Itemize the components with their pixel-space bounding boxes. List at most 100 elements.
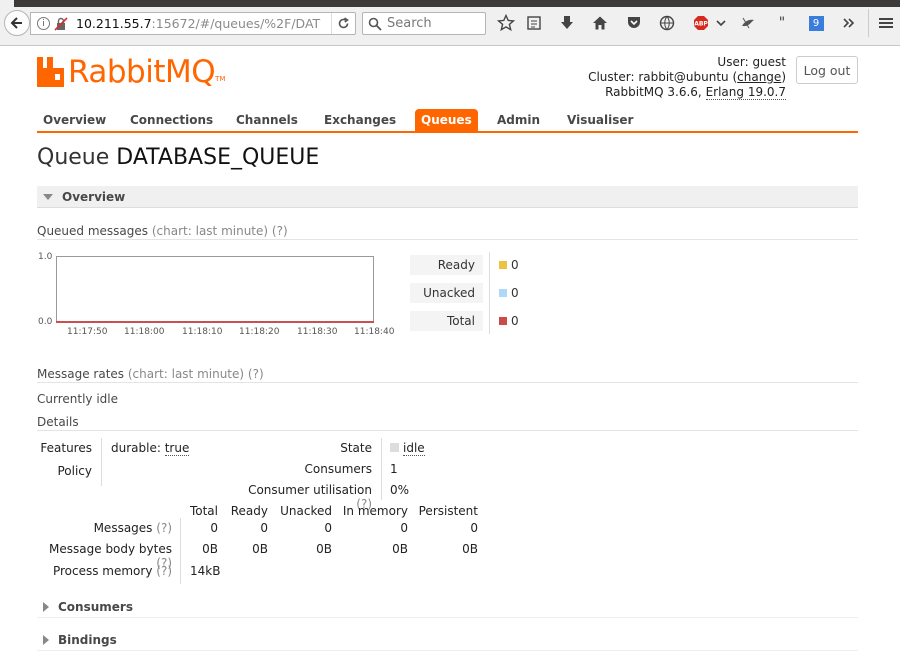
details-heading: Details [37, 415, 858, 431]
section-bindings-header[interactable]: Bindings [37, 629, 858, 651]
body-bytes-in-memory: 0B [392, 542, 408, 556]
queued-messages-hint[interactable]: (chart: last minute) (?) [152, 224, 288, 238]
section-overview-header[interactable]: Overview [37, 186, 858, 208]
state-value: idle [390, 441, 425, 456]
utilisation-value: 0% [390, 483, 410, 497]
chart-y-max-label: 1.0 [38, 252, 53, 262]
tab-admin[interactable]: Admin [497, 110, 540, 132]
state-idle-text[interactable]: idle [403, 441, 425, 456]
logout-button[interactable]: Log out [796, 56, 858, 84]
address-bar[interactable]: i 10.211.55.7:15672/#/queues/%2F/DAT [30, 12, 356, 35]
legend-unacked-label: Unacked [410, 283, 483, 303]
policy-label: Policy [57, 464, 92, 478]
state-divider [381, 438, 382, 500]
overflow-chevron-icon[interactable] [839, 13, 859, 33]
expand-triangle-icon [43, 634, 49, 645]
queued-messages-heading: Queued messages (chart: last minute) (?) [37, 224, 858, 240]
legend-ready-value: 0 [511, 258, 519, 272]
messages-unacked: 0 [324, 521, 332, 535]
dropdown-chevron-icon[interactable] [711, 13, 731, 33]
reload-button[interactable] [331, 13, 355, 34]
reading-list-icon[interactable] [524, 13, 544, 33]
chart-x-label: 11:17:50 [67, 327, 108, 337]
legend-total-value: 0 [511, 314, 519, 328]
expand-triangle-icon [43, 601, 49, 612]
url-text[interactable]: 10.211.55.7:15672/#/queues/%2F/DAT [76, 16, 320, 31]
col-header-in-memory: In memory [342, 504, 408, 518]
user-label: User: [717, 55, 749, 69]
bookmark-star-icon[interactable] [496, 13, 516, 33]
features-label: Features [40, 441, 92, 455]
url-path: :15672/#/queues/%2F/DAT [151, 16, 321, 31]
search-input[interactable]: Search [362, 12, 486, 35]
logo-trademark: TM [215, 75, 226, 83]
queue-name: DATABASE_QUEUE [116, 145, 320, 170]
messages-in-memory: 0 [400, 521, 408, 535]
extension-quote-icon[interactable]: " [772, 13, 792, 33]
home-icon[interactable] [590, 13, 610, 33]
svg-text:": " [779, 15, 785, 31]
body-bytes-ready: 0B [252, 542, 268, 556]
messages-help[interactable]: (?) [156, 521, 172, 535]
tab-count-badge: 9 [808, 15, 824, 31]
utilisation-text: Consumer utilisation [248, 483, 372, 497]
tab-visualiser[interactable]: Visualiser [567, 110, 633, 132]
body-bytes-label: Message body bytes [49, 542, 172, 556]
chart-total-series-line [56, 321, 374, 323]
body-bytes-persistent: 0B [462, 542, 478, 556]
svg-text:ABP: ABP [694, 21, 708, 28]
messages-persistent: 0 [470, 521, 478, 535]
insecure-lock-icon[interactable] [54, 16, 68, 31]
legend-unacked-swatch[interactable] [499, 289, 507, 297]
legend-total-swatch[interactable] [499, 317, 507, 325]
tab-channels[interactable]: Channels [236, 110, 298, 132]
toolbar-divider [868, 9, 869, 37]
calendar-badge-icon[interactable]: 9 [806, 13, 826, 33]
process-memory-label: Process memory [52, 564, 153, 578]
reload-icon [338, 17, 349, 29]
process-memory-help[interactable]: (?) [156, 564, 172, 578]
col-header-total: Total [189, 504, 218, 518]
erlang-version[interactable]: Erlang 19.0.7 [705, 85, 786, 100]
download-icon[interactable] [557, 13, 577, 33]
section-consumers-header[interactable]: Consumers [37, 596, 858, 618]
menu-hamburger-icon[interactable] [876, 13, 896, 33]
tab-connections[interactable]: Connections [130, 110, 213, 132]
message-rates-heading: Message rates (chart: last minute) (?) [37, 367, 858, 383]
message-rates-hint[interactable]: (chart: last minute) (?) [128, 367, 264, 381]
chart-x-label: 11:18:20 [239, 327, 280, 337]
extension-bird-icon[interactable] [738, 13, 758, 33]
extension-globe-icon[interactable] [657, 13, 677, 33]
tab-queues[interactable]: Queues [415, 109, 478, 133]
chart-x-label: 11:18:10 [182, 327, 223, 337]
rabbitmq-logo-icon [37, 57, 64, 87]
tab-overview[interactable]: Overview [43, 110, 106, 132]
body-bytes-total: 0B [202, 542, 218, 556]
legend-unacked-value: 0 [511, 286, 519, 300]
main-tabs: Overview Connections Channels Exchanges … [37, 108, 858, 133]
chart-x-label: 11:18:00 [124, 327, 165, 337]
cluster-label: Cluster: [588, 70, 635, 84]
section-bindings-title: Bindings [58, 632, 117, 647]
chart-y-min-label: 0.0 [38, 317, 53, 327]
legend-ready-swatch[interactable] [499, 261, 507, 269]
change-cluster-link[interactable]: change [737, 70, 781, 84]
back-button[interactable] [4, 10, 30, 36]
chart-x-label: 11:18:30 [297, 327, 338, 337]
window-titlebar [0, 0, 900, 7]
collapse-triangle-icon [43, 193, 53, 200]
rabbitmq-logo[interactable]: RabbitMQ TM [37, 54, 226, 90]
pocket-icon[interactable] [624, 13, 644, 33]
user-name: guest [752, 55, 786, 69]
messages-ready: 0 [260, 521, 268, 535]
consumers-label: Consumers [304, 462, 372, 476]
durable-flag[interactable]: true [164, 441, 190, 456]
tab-exchanges[interactable]: Exchanges [324, 110, 396, 132]
state-label: State [340, 441, 372, 455]
details-divider [101, 438, 102, 486]
col-header-ready: Ready [230, 504, 268, 518]
process-memory-value: 14kB [190, 564, 221, 578]
adblock-icon[interactable]: ABP [691, 13, 711, 33]
info-icon[interactable]: i [37, 17, 50, 30]
browser-toolbar: i 10.211.55.7:15672/#/queues/%2F/DAT Sea… [0, 0, 900, 46]
